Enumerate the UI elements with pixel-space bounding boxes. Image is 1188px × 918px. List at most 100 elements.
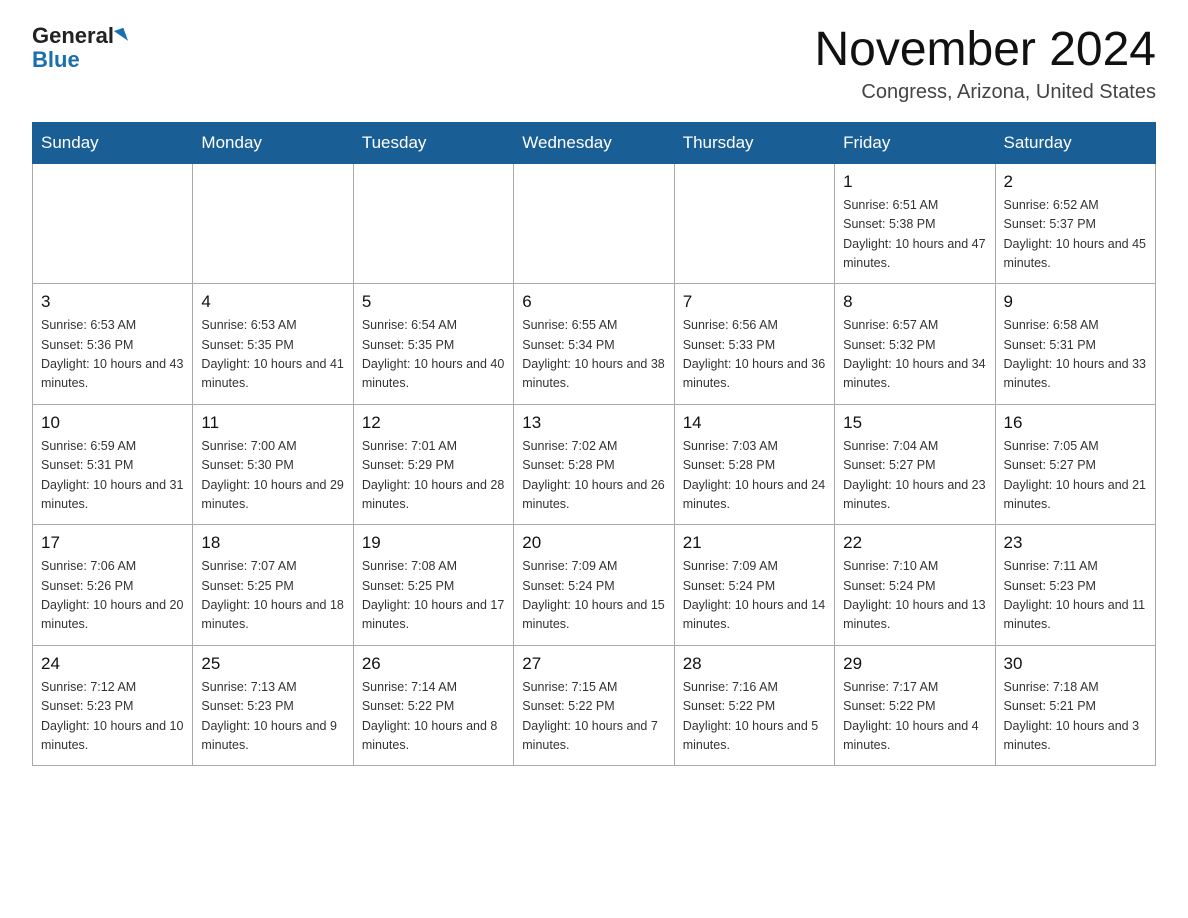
day-number: 17 <box>41 533 184 553</box>
weekday-header-friday: Friday <box>835 122 995 163</box>
month-title: November 2024 <box>814 24 1156 77</box>
day-number: 12 <box>362 413 505 433</box>
day-number: 11 <box>201 413 344 433</box>
day-number: 21 <box>683 533 826 553</box>
day-info: Sunrise: 7:00 AM Sunset: 5:30 PM Dayligh… <box>201 437 344 515</box>
calendar-cell: 16 Sunrise: 7:05 AM Sunset: 5:27 PM Dayli… <box>995 404 1155 525</box>
calendar-cell: 2 Sunrise: 6:52 AM Sunset: 5:37 PM Daylig… <box>995 163 1155 284</box>
calendar-cell: 29 Sunrise: 7:17 AM Sunset: 5:22 PM Dayli… <box>835 645 995 766</box>
calendar-cell: 26 Sunrise: 7:14 AM Sunset: 5:22 PM Dayli… <box>353 645 513 766</box>
day-info: Sunrise: 7:17 AM Sunset: 5:22 PM Dayligh… <box>843 678 986 756</box>
calendar-cell: 6 Sunrise: 6:55 AM Sunset: 5:34 PM Daylig… <box>514 284 674 405</box>
weekday-header-sunday: Sunday <box>33 122 193 163</box>
calendar-cell: 30Sunrise: 7:18 AM Sunset: 5:21 PM Dayli… <box>995 645 1155 766</box>
calendar-cell: 20 Sunrise: 7:09 AM Sunset: 5:24 PM Dayli… <box>514 525 674 646</box>
calendar-cell: 9Sunrise: 6:58 AM Sunset: 5:31 PM Daylig… <box>995 284 1155 405</box>
calendar-cell: 8 Sunrise: 6:57 AM Sunset: 5:32 PM Daylig… <box>835 284 995 405</box>
title-area: November 2024 Congress, Arizona, United … <box>814 24 1156 104</box>
day-info: Sunrise: 7:05 AM Sunset: 5:27 PM Dayligh… <box>1004 437 1147 515</box>
day-number: 28 <box>683 654 826 674</box>
calendar-cell: 14Sunrise: 7:03 AM Sunset: 5:28 PM Dayli… <box>674 404 834 525</box>
logo-blue-text: Blue <box>32 48 80 72</box>
day-info: Sunrise: 7:02 AM Sunset: 5:28 PM Dayligh… <box>522 437 665 515</box>
day-number: 26 <box>362 654 505 674</box>
day-info: Sunrise: 7:15 AM Sunset: 5:22 PM Dayligh… <box>522 678 665 756</box>
day-info: Sunrise: 6:55 AM Sunset: 5:34 PM Dayligh… <box>522 316 665 394</box>
calendar-week-row: 17 Sunrise: 7:06 AM Sunset: 5:26 PM Dayli… <box>33 525 1156 646</box>
day-number: 7 <box>683 292 826 312</box>
calendar-week-row: 24 Sunrise: 7:12 AM Sunset: 5:23 PM Dayli… <box>33 645 1156 766</box>
day-info: Sunrise: 7:12 AM Sunset: 5:23 PM Dayligh… <box>41 678 184 756</box>
calendar-week-row: 10 Sunrise: 6:59 AM Sunset: 5:31 PM Dayli… <box>33 404 1156 525</box>
calendar-cell: 15Sunrise: 7:04 AM Sunset: 5:27 PM Dayli… <box>835 404 995 525</box>
day-info: Sunrise: 6:54 AM Sunset: 5:35 PM Dayligh… <box>362 316 505 394</box>
day-info: Sunrise: 7:16 AM Sunset: 5:22 PM Dayligh… <box>683 678 826 756</box>
weekday-header-tuesday: Tuesday <box>353 122 513 163</box>
logo-general-text: General <box>32 24 114 48</box>
logo-arrow-icon <box>114 28 128 45</box>
day-info: Sunrise: 6:52 AM Sunset: 5:37 PM Dayligh… <box>1004 196 1147 274</box>
calendar-cell: 21 Sunrise: 7:09 AM Sunset: 5:24 PM Dayli… <box>674 525 834 646</box>
day-info: Sunrise: 7:06 AM Sunset: 5:26 PM Dayligh… <box>41 557 184 635</box>
day-info: Sunrise: 7:09 AM Sunset: 5:24 PM Dayligh… <box>683 557 826 635</box>
day-info: Sunrise: 6:59 AM Sunset: 5:31 PM Dayligh… <box>41 437 184 515</box>
day-number: 2 <box>1004 172 1147 192</box>
calendar-cell <box>33 163 193 284</box>
day-number: 10 <box>41 413 184 433</box>
day-info: Sunrise: 6:53 AM Sunset: 5:35 PM Dayligh… <box>201 316 344 394</box>
day-number: 13 <box>522 413 665 433</box>
day-info: Sunrise: 6:57 AM Sunset: 5:32 PM Dayligh… <box>843 316 986 394</box>
calendar-cell: 23 Sunrise: 7:11 AM Sunset: 5:23 PM Dayli… <box>995 525 1155 646</box>
calendar-header-row: SundayMondayTuesdayWednesdayThursdayFrid… <box>33 122 1156 163</box>
day-info: Sunrise: 6:53 AM Sunset: 5:36 PM Dayligh… <box>41 316 184 394</box>
day-number: 24 <box>41 654 184 674</box>
calendar-cell: 3 Sunrise: 6:53 AM Sunset: 5:36 PM Daylig… <box>33 284 193 405</box>
day-number: 4 <box>201 292 344 312</box>
day-number: 22 <box>843 533 986 553</box>
day-number: 5 <box>362 292 505 312</box>
day-info: Sunrise: 7:08 AM Sunset: 5:25 PM Dayligh… <box>362 557 505 635</box>
day-info: Sunrise: 6:51 AM Sunset: 5:38 PM Dayligh… <box>843 196 986 274</box>
calendar-cell <box>674 163 834 284</box>
calendar-week-row: 3 Sunrise: 6:53 AM Sunset: 5:36 PM Daylig… <box>33 284 1156 405</box>
day-info: Sunrise: 7:14 AM Sunset: 5:22 PM Dayligh… <box>362 678 505 756</box>
day-info: Sunrise: 6:56 AM Sunset: 5:33 PM Dayligh… <box>683 316 826 394</box>
day-info: Sunrise: 7:10 AM Sunset: 5:24 PM Dayligh… <box>843 557 986 635</box>
day-info: Sunrise: 7:09 AM Sunset: 5:24 PM Dayligh… <box>522 557 665 635</box>
day-number: 19 <box>362 533 505 553</box>
day-number: 25 <box>201 654 344 674</box>
logo: General Blue <box>32 24 126 72</box>
calendar-cell: 25Sunrise: 7:13 AM Sunset: 5:23 PM Dayli… <box>193 645 353 766</box>
day-number: 3 <box>41 292 184 312</box>
calendar-cell: 4 Sunrise: 6:53 AM Sunset: 5:35 PM Daylig… <box>193 284 353 405</box>
day-number: 23 <box>1004 533 1147 553</box>
calendar-cell: 7 Sunrise: 6:56 AM Sunset: 5:33 PM Daylig… <box>674 284 834 405</box>
calendar-cell: 18Sunrise: 7:07 AM Sunset: 5:25 PM Dayli… <box>193 525 353 646</box>
calendar-cell: 10 Sunrise: 6:59 AM Sunset: 5:31 PM Dayli… <box>33 404 193 525</box>
calendar-cell: 12 Sunrise: 7:01 AM Sunset: 5:29 PM Dayli… <box>353 404 513 525</box>
location-title: Congress, Arizona, United States <box>814 81 1156 104</box>
calendar-cell: 27 Sunrise: 7:15 AM Sunset: 5:22 PM Dayli… <box>514 645 674 766</box>
calendar-cell: 13 Sunrise: 7:02 AM Sunset: 5:28 PM Dayli… <box>514 404 674 525</box>
calendar-cell: 19 Sunrise: 7:08 AM Sunset: 5:25 PM Dayli… <box>353 525 513 646</box>
day-info: Sunrise: 7:04 AM Sunset: 5:27 PM Dayligh… <box>843 437 986 515</box>
day-number: 16 <box>1004 413 1147 433</box>
calendar-cell: 22 Sunrise: 7:10 AM Sunset: 5:24 PM Dayli… <box>835 525 995 646</box>
day-info: Sunrise: 7:11 AM Sunset: 5:23 PM Dayligh… <box>1004 557 1147 635</box>
calendar-week-row: 1 Sunrise: 6:51 AM Sunset: 5:38 PM Daylig… <box>33 163 1156 284</box>
day-number: 6 <box>522 292 665 312</box>
calendar-cell: 5 Sunrise: 6:54 AM Sunset: 5:35 PM Daylig… <box>353 284 513 405</box>
day-number: 27 <box>522 654 665 674</box>
calendar-cell: 1 Sunrise: 6:51 AM Sunset: 5:38 PM Daylig… <box>835 163 995 284</box>
day-number: 20 <box>522 533 665 553</box>
calendar-cell: 24 Sunrise: 7:12 AM Sunset: 5:23 PM Dayli… <box>33 645 193 766</box>
day-info: Sunrise: 7:01 AM Sunset: 5:29 PM Dayligh… <box>362 437 505 515</box>
day-number: 29 <box>843 654 986 674</box>
weekday-header-thursday: Thursday <box>674 122 834 163</box>
weekday-header-saturday: Saturday <box>995 122 1155 163</box>
day-number: 30 <box>1004 654 1147 674</box>
day-number: 1 <box>843 172 986 192</box>
calendar: SundayMondayTuesdayWednesdayThursdayFrid… <box>32 122 1156 767</box>
day-number: 8 <box>843 292 986 312</box>
day-info: Sunrise: 7:03 AM Sunset: 5:28 PM Dayligh… <box>683 437 826 515</box>
